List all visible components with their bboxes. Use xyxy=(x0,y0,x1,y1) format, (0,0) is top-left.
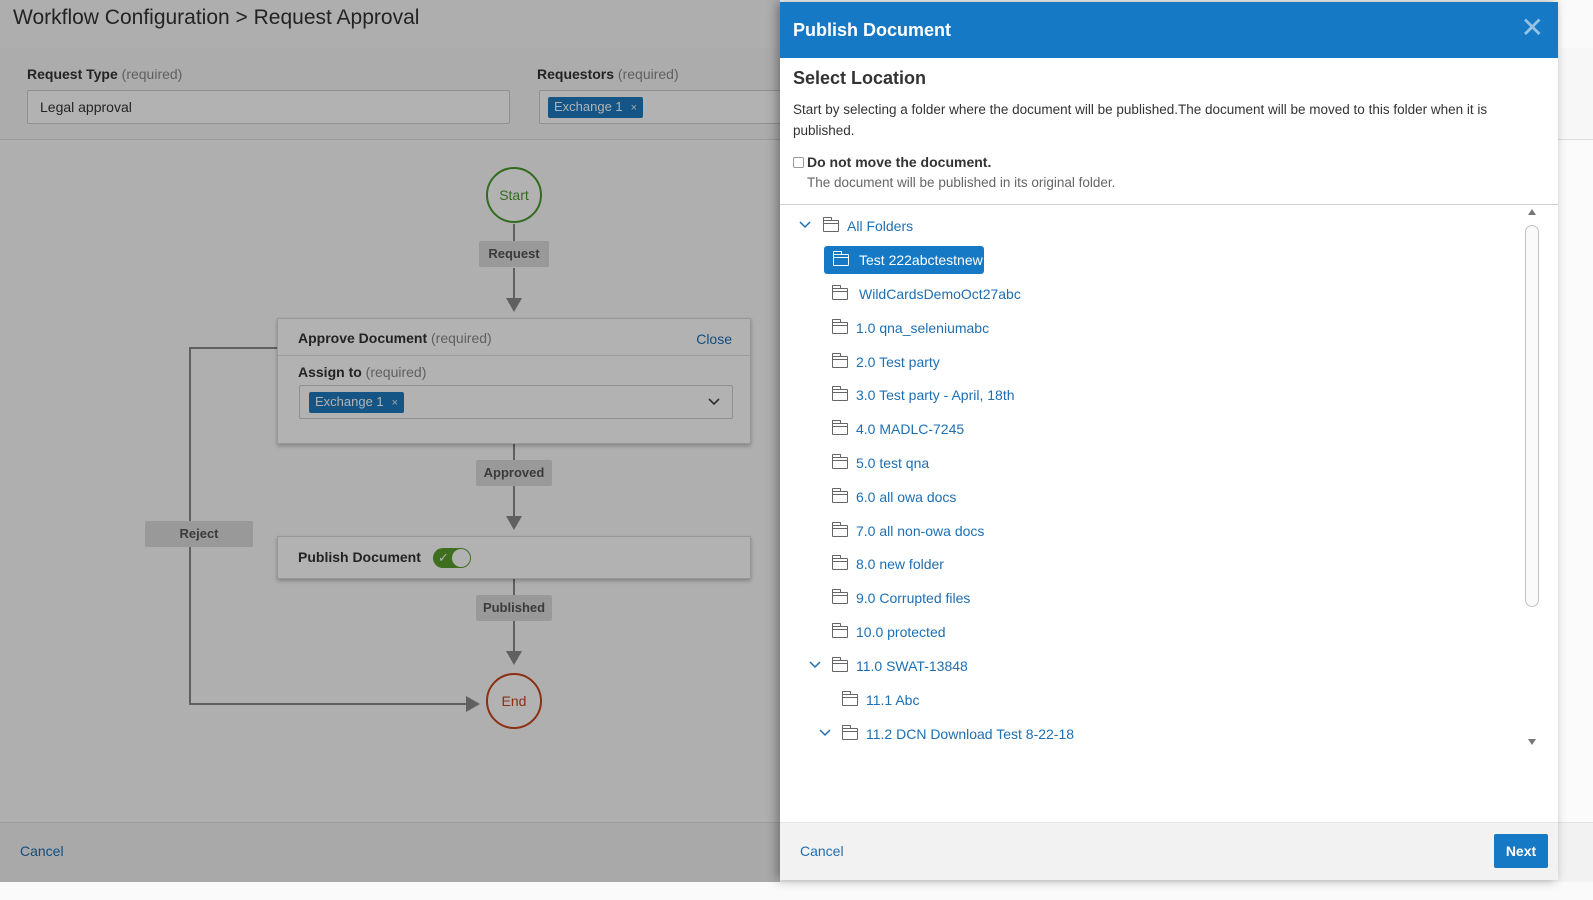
tree-item-label: 3.0 Test party - April, 18th xyxy=(856,387,1015,403)
do-not-move-checkbox[interactable] xyxy=(793,156,804,168)
select-location-title: Select Location xyxy=(793,68,927,88)
folder-icon xyxy=(832,420,848,435)
folder-icon xyxy=(842,691,858,706)
folder-icon xyxy=(832,589,848,604)
tree-item-label: 11.1 Abc xyxy=(866,692,920,708)
folder-icon xyxy=(832,285,848,300)
do-not-move-note: The document will be published in its or… xyxy=(807,175,1116,190)
publish-document-drawer: Publish Document ✕ Select Location Start… xyxy=(780,2,1558,880)
cancel-button[interactable]: Cancel xyxy=(800,843,844,859)
do-not-move-option[interactable]: Do not move the document. xyxy=(793,154,991,170)
tree-item-label: 6.0 all owa docs xyxy=(856,489,957,505)
folder-icon xyxy=(832,454,848,469)
folder-tree-scrollbar[interactable] xyxy=(1524,207,1540,749)
modal-overlay[interactable] xyxy=(0,0,780,882)
scrollbar-thumb[interactable] xyxy=(1525,225,1539,607)
tree-item-label: 1.0 qna_seleniumabc xyxy=(856,320,990,336)
chevron-down-icon[interactable] xyxy=(808,661,822,669)
folder-icon xyxy=(832,488,848,503)
tree-item-label: 2.0 Test party xyxy=(856,354,940,370)
folder-icon xyxy=(832,623,848,638)
tree-item-label: WildCardsDemoOct27abc xyxy=(859,286,1021,302)
folder-icon xyxy=(842,725,858,740)
next-button[interactable]: Next xyxy=(1494,834,1548,868)
folder-tree: All Folders Test 222abctestnew WildCards… xyxy=(780,205,1522,751)
scroll-up-icon[interactable] xyxy=(1528,209,1536,215)
folder-icon xyxy=(823,217,839,232)
tree-item-label: 11.0 SWAT-13848 xyxy=(856,658,968,674)
folder-icon xyxy=(833,251,849,266)
tree-item-label: 9.0 Corrupted files xyxy=(856,590,971,606)
folder-icon xyxy=(832,319,848,334)
scroll-down-icon[interactable] xyxy=(1528,739,1536,745)
folder-icon xyxy=(832,555,848,570)
chevron-down-icon[interactable] xyxy=(798,221,812,229)
tree-item-label: 7.0 all non-owa docs xyxy=(856,523,985,539)
folder-icon xyxy=(832,353,848,368)
drawer-header: Publish Document ✕ xyxy=(780,2,1558,58)
tree-item-label: 4.0 MADLC-7245 xyxy=(856,421,965,437)
tree-item-label: Test 222abctestnew xyxy=(859,252,983,268)
folder-icon xyxy=(832,657,848,672)
tree-item-label: 8.0 new folder xyxy=(856,556,944,572)
tree-item-selected-folder[interactable]: Test 222abctestnew xyxy=(824,246,984,274)
tree-item-label: All Folders xyxy=(847,218,914,234)
tree-item-label: 5.0 test qna xyxy=(856,455,930,471)
select-location-description: Start by selecting a folder where the do… xyxy=(793,102,1488,138)
tree-item-label: 10.0 protected xyxy=(856,624,946,640)
drawer-title: Publish Document xyxy=(793,20,952,40)
do-not-move-label: Do not move the document. xyxy=(807,154,992,170)
tree-item-label: 11.2 DCN Download Test 8-22-18 xyxy=(866,726,1075,742)
folder-icon xyxy=(832,522,848,537)
chevron-down-icon[interactable] xyxy=(818,729,832,737)
folder-icon xyxy=(832,386,848,401)
close-icon[interactable]: ✕ xyxy=(1521,14,1544,42)
drawer-footer: Cancel Next xyxy=(780,822,1558,880)
